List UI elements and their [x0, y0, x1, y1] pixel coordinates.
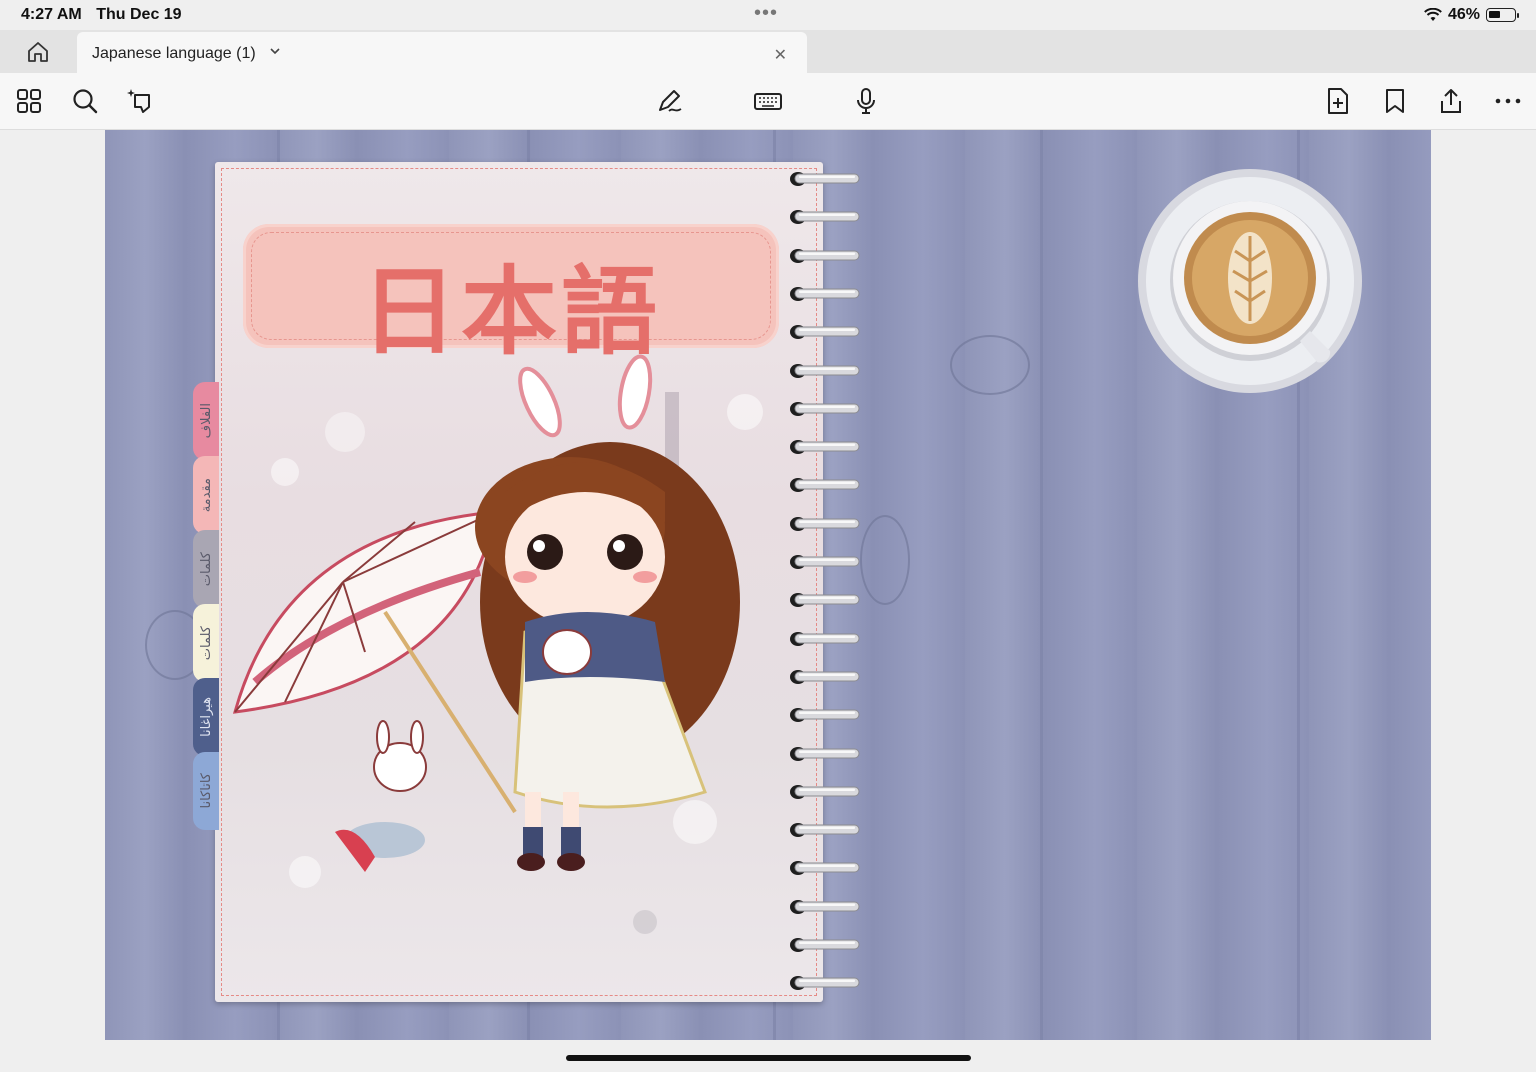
multitasking-dots-icon[interactable]: ••• [754, 2, 778, 25]
pen-icon[interactable] [655, 87, 683, 115]
section-tab-label: الفلاف [198, 403, 214, 439]
toolbar [0, 73, 1536, 130]
notebook-title: 日本語 [361, 256, 661, 368]
lasso-sparkle-icon[interactable] [127, 87, 155, 115]
status-clock: 4:27 AM Thu Dec 19 [21, 6, 192, 24]
spiral-ring [790, 478, 860, 493]
status-time: 4:27 AM [21, 6, 82, 23]
document-tab[interactable]: Japanese language (1) ✕ [77, 32, 807, 73]
section-tab[interactable]: الفلاف [193, 382, 219, 460]
section-tab[interactable]: مقدمة [193, 456, 219, 534]
spiral-ring [790, 325, 860, 340]
spiral-ring [790, 593, 860, 608]
home-indicator[interactable] [566, 1055, 971, 1061]
section-tab-label: كلمات [198, 625, 214, 661]
section-tab[interactable]: هيراغانا [193, 678, 219, 756]
home-icon[interactable] [26, 40, 50, 64]
chevron-down-icon[interactable] [269, 46, 281, 56]
tab-title: Japanese language (1) [92, 45, 256, 62]
grid-icon[interactable] [15, 87, 43, 115]
spiral-ring [790, 516, 860, 531]
section-tab-label: كلمات [198, 551, 214, 587]
spiral-ring [790, 938, 860, 952]
spiral-ring [790, 784, 860, 799]
status-bar: 4:27 AM Thu Dec 19 ••• 46% [0, 0, 1536, 30]
status-indicators: 46% [1424, 6, 1519, 24]
spiral-ring [790, 210, 860, 225]
spiral-ring [790, 899, 860, 914]
section-tab-label: هيراغانا [198, 697, 214, 737]
section-tab-label: كاتاكانا [198, 773, 214, 809]
spiral-ring [790, 440, 860, 455]
section-tab[interactable]: كلمات [193, 604, 219, 682]
share-icon[interactable] [1437, 87, 1465, 115]
section-tab-label: مقدمة [198, 477, 214, 513]
spiral-ring [790, 708, 860, 723]
spiral-ring [790, 976, 860, 991]
microphone-icon[interactable] [852, 87, 880, 115]
keyboard-icon[interactable] [753, 87, 783, 115]
status-date: Thu Dec 19 [96, 6, 182, 23]
tab-bar: Japanese language (1) ✕ [0, 30, 1536, 73]
more-icon[interactable] [1494, 87, 1522, 115]
spiral-ring [790, 823, 860, 838]
bookmark-icon[interactable] [1381, 87, 1409, 115]
spiral-binding [789, 170, 869, 991]
search-icon[interactable] [71, 87, 99, 115]
spiral-ring [790, 631, 860, 646]
wifi-icon [1424, 8, 1442, 21]
spiral-ring [790, 555, 860, 569]
notebook-cover: 日本語 الفلاف مقدمة كلمات كلمات هيراغانا كاتاكان… [193, 162, 823, 1002]
plank-divider [1040, 130, 1043, 1040]
notebook-page[interactable]: 日本語 الفلاف مقدمة كلمات كلمات هيراغانا كاتاكان… [105, 130, 1431, 1040]
spiral-ring [790, 286, 860, 301]
close-tab-icon[interactable]: ✕ [774, 45, 787, 65]
spiral-ring [790, 172, 860, 186]
battery-percent: 46% [1447, 6, 1480, 23]
add-page-icon[interactable] [1324, 87, 1352, 115]
spiral-ring [790, 248, 860, 263]
section-tab[interactable]: كلمات [193, 530, 219, 608]
wood-knot [950, 335, 1030, 395]
section-tab[interactable]: كاتاكانا [193, 752, 219, 830]
spiral-ring [790, 669, 860, 684]
battery-icon [1486, 8, 1519, 22]
spiral-ring [790, 363, 860, 378]
spiral-ring [790, 861, 860, 876]
coffee-cup-image [1138, 169, 1362, 393]
spiral-ring [790, 401, 860, 416]
anime-girl-illustration [232, 354, 763, 934]
title-banner: 日本語 [243, 224, 779, 368]
spiral-ring [790, 746, 860, 761]
